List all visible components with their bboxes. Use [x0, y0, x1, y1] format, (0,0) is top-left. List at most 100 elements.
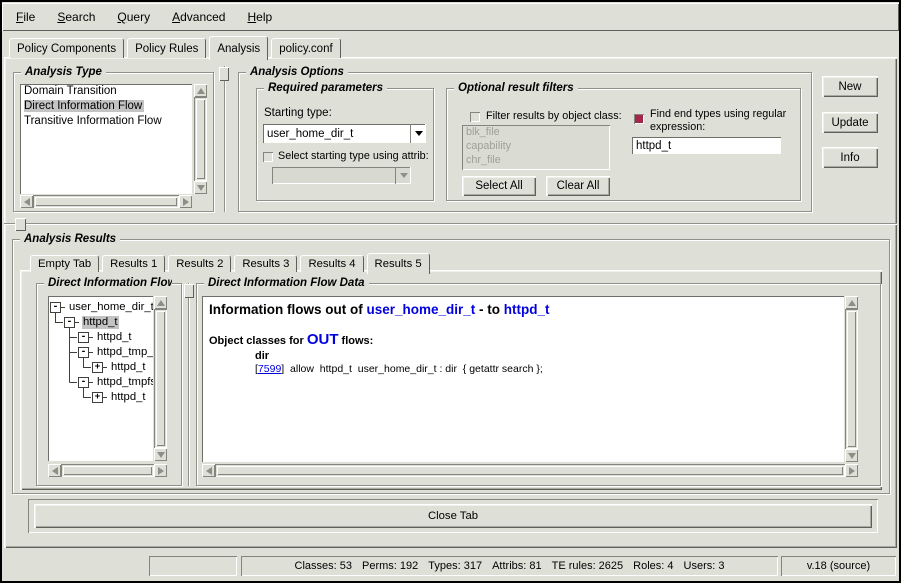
scroll-left-button[interactable] — [48, 464, 61, 477]
tree-expander[interactable]: + — [92, 362, 103, 373]
regex-checkbox[interactable] — [634, 114, 644, 124]
pane-divider — [188, 283, 190, 486]
tree-node-label[interactable]: httpd_tmp_t — [96, 346, 153, 359]
tree-node-httpd-t[interactable]: -httpd_t — [78, 330, 133, 345]
tree-node-user-home-dir-t[interactable]: -user_home_dir_t — [50, 300, 153, 315]
tree-node-label[interactable]: httpd_tmpfs_t — [96, 376, 153, 389]
object-class-filter-checkbox[interactable] — [470, 112, 480, 122]
list-item-direct-information-flow[interactable]: Direct Information Flow — [20, 99, 192, 114]
tab-policy-rules[interactable]: Policy Rules — [127, 38, 206, 58]
tree-node-label[interactable]: httpd_t — [82, 316, 119, 329]
scroll-right-button[interactable] — [845, 464, 858, 477]
tree-expander[interactable]: - — [78, 377, 89, 388]
scroll-down-button[interactable] — [154, 448, 167, 461]
select-all-button[interactable]: Select All — [462, 176, 536, 196]
tree-node-httpd-t-selected[interactable]: -httpd_t — [64, 315, 119, 330]
pane-sash-handle[interactable] — [184, 284, 194, 298]
tab-results-4[interactable]: Results 4 — [300, 255, 363, 272]
scrollbar-thumb[interactable] — [196, 99, 205, 179]
scrollbar-track[interactable] — [845, 309, 858, 449]
flow-data-text[interactable]: Information flows out of user_home_dir_t… — [202, 296, 844, 462]
menu-help[interactable]: Help — [243, 8, 276, 26]
new-button[interactable]: New — [822, 76, 878, 97]
scroll-right-button[interactable] — [179, 195, 192, 208]
tree-node-label[interactable]: httpd_t — [96, 331, 133, 344]
scroll-up-button[interactable] — [194, 84, 207, 97]
scroll-down-button[interactable] — [194, 181, 207, 194]
combobox-dropdown-button[interactable] — [410, 124, 426, 143]
tab-results-2[interactable]: Results 2 — [168, 255, 231, 272]
flow-tree-hscrollbar[interactable] — [48, 464, 167, 477]
tree-node-label[interactable]: httpd_t — [110, 361, 147, 374]
flow-tree[interactable]: -user_home_dir_t -httpd_t -httpd_t -http… — [48, 296, 153, 461]
analysis-type-hscrollbar[interactable] — [20, 195, 192, 208]
flow-tree-vscrollbar[interactable] — [154, 296, 167, 461]
info-button[interactable]: Info — [822, 147, 878, 168]
subheading-prefix: Object classes for — [209, 335, 307, 347]
scrollbar-track[interactable] — [215, 464, 845, 477]
stat-perms: Perms: 192 — [362, 560, 418, 572]
scrollbar-thumb[interactable] — [217, 466, 843, 475]
scrollbar-track[interactable] — [33, 195, 179, 208]
attrib-checkbox-label[interactable]: Select starting type using attrib: — [278, 150, 429, 162]
scroll-up-button[interactable] — [845, 296, 858, 309]
pane-sash-handle[interactable] — [15, 218, 26, 231]
status-bar: Classes: 53 Perms: 192 Types: 317 Attrib… — [0, 551, 901, 581]
scrollbar-thumb[interactable] — [156, 311, 165, 446]
regex-checkbox-label[interactable]: Find end types using regular expression: — [650, 108, 800, 134]
object-class-filter-label[interactable]: Filter results by object class: — [486, 110, 622, 122]
scrollbar-thumb[interactable] — [847, 311, 856, 447]
tab-policy-components[interactable]: Policy Components — [9, 38, 124, 58]
menu-search[interactable]: Search — [53, 8, 99, 26]
button-label: Update — [831, 117, 868, 129]
flow-data-hscrollbar[interactable] — [202, 464, 858, 477]
tree-node-label[interactable]: user_home_dir_t — [68, 301, 153, 314]
scroll-up-button[interactable] — [154, 296, 167, 309]
tab-policy-conf[interactable]: policy.conf — [271, 38, 340, 58]
tab-results-5[interactable]: Results 5 — [367, 253, 430, 274]
tree-expander[interactable]: - — [64, 317, 75, 328]
tree-expander[interactable]: - — [78, 347, 89, 358]
tab-empty-tab[interactable]: Empty Tab — [30, 255, 99, 272]
analysis-type-list[interactable]: Domain Transition Direct Information Flo… — [20, 84, 192, 194]
list-item-domain-transition[interactable]: Domain Transition — [20, 84, 192, 99]
tree-node-httpd-t[interactable]: + httpd_t — [92, 390, 147, 405]
tree-expander[interactable]: - — [50, 302, 61, 313]
scroll-right-button[interactable] — [154, 464, 167, 477]
flow-data-vscrollbar[interactable] — [845, 296, 858, 462]
regex-input[interactable] — [632, 137, 781, 154]
scroll-down-button[interactable] — [845, 449, 858, 462]
tree-node-httpd-tmp-t[interactable]: -httpd_tmp_t — [78, 345, 153, 360]
required-parameters-title: Required parameters — [264, 81, 387, 95]
button-label: Close Tab — [428, 510, 478, 522]
scroll-left-icon — [24, 198, 30, 206]
analysis-type-vscrollbar[interactable] — [194, 84, 207, 194]
pane-sash-handle[interactable] — [219, 67, 229, 81]
clear-all-button[interactable]: Clear All — [546, 176, 610, 196]
scrollbar-track[interactable] — [194, 97, 207, 181]
tree-expander[interactable]: - — [78, 332, 89, 343]
menu-query[interactable]: Query — [113, 8, 154, 26]
scroll-left-button[interactable] — [202, 464, 215, 477]
menu-file[interactable]: File — [12, 8, 39, 26]
update-button[interactable]: Update — [822, 112, 878, 133]
tab-results-3[interactable]: Results 3 — [234, 255, 297, 272]
tree-node-httpd-tmpfs-t[interactable]: -httpd_tmpfs_t — [78, 375, 153, 390]
menu-advanced[interactable]: Advanced — [168, 8, 229, 26]
scrollbar-thumb[interactable] — [35, 197, 177, 206]
attrib-checkbox[interactable] — [263, 152, 273, 162]
tree-node-label[interactable]: httpd_t — [110, 391, 147, 404]
scrollbar-track[interactable] — [154, 309, 167, 448]
scrollbar-thumb[interactable] — [63, 466, 152, 475]
close-tab-button[interactable]: Close Tab — [34, 504, 872, 528]
starting-type-combobox[interactable]: user_home_dir_t — [263, 124, 426, 143]
rule-number-link[interactable]: 7599 — [258, 363, 281, 375]
tab-analysis[interactable]: Analysis — [209, 36, 268, 60]
tab-results-1[interactable]: Results 1 — [102, 255, 165, 272]
list-item-transitive-information-flow[interactable]: Transitive Information Flow — [20, 114, 192, 129]
tree-node-httpd-t[interactable]: + httpd_t — [92, 360, 147, 375]
scroll-down-icon — [197, 185, 205, 191]
scroll-left-button[interactable] — [20, 195, 33, 208]
scrollbar-track[interactable] — [61, 464, 154, 477]
tree-expander[interactable]: + — [92, 392, 103, 403]
